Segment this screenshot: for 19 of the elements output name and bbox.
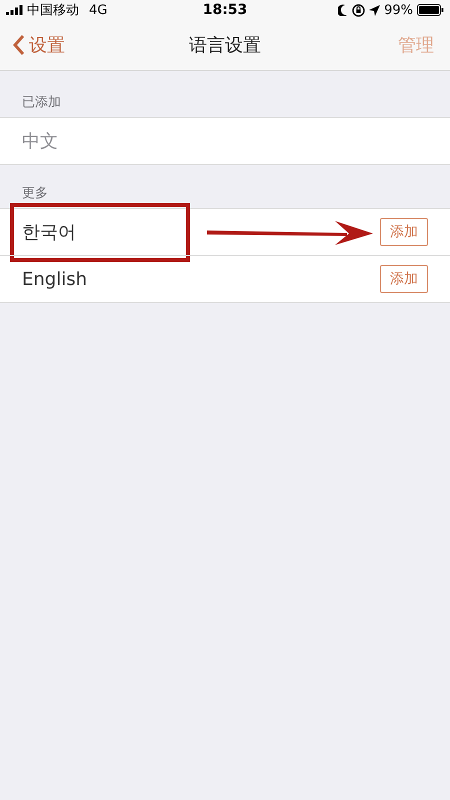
rotation-lock-icon	[352, 4, 366, 16]
battery-icon	[417, 4, 444, 16]
language-name: 한국어	[22, 221, 76, 244]
moon-icon	[338, 4, 348, 16]
section-header: 更多	[21, 185, 49, 203]
section-header: 已添加	[21, 94, 62, 112]
back-chevron-icon	[12, 34, 25, 56]
clock-time: 18:53	[202, 2, 248, 18]
signal-icon	[6, 5, 23, 15]
page-title: 语言设置	[189, 34, 261, 57]
location-icon	[369, 4, 380, 16]
network-type: 4G	[89, 2, 108, 18]
language-name: 中文	[22, 130, 58, 153]
back-button[interactable]: 设置	[12, 33, 65, 57]
language-name: English	[22, 268, 87, 290]
battery-percent: 99%	[384, 2, 414, 18]
add-button[interactable]: 添加	[380, 218, 428, 246]
carrier-name: 中国移动	[27, 2, 79, 19]
add-button[interactable]: 添加	[380, 265, 428, 293]
